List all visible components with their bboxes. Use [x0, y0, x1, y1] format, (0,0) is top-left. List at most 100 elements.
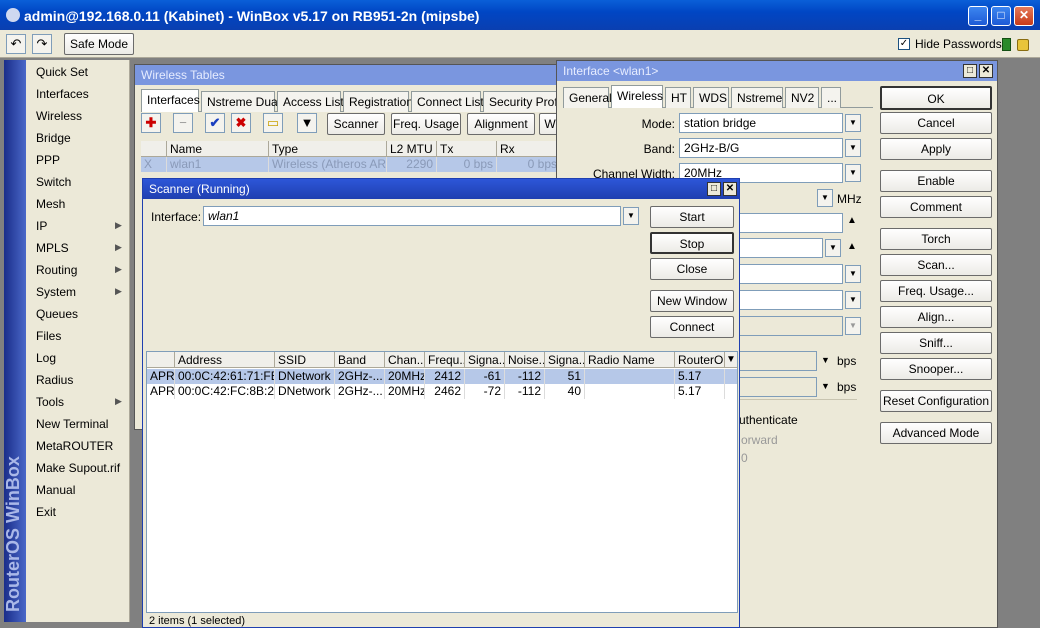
reset-configuration-button[interactable]: Reset Configuration — [880, 390, 992, 412]
menu-item-new-terminal[interactable]: New Terminal — [36, 417, 108, 431]
tab-nv2[interactable]: NV2 — [785, 87, 819, 108]
menu-item-wireless[interactable]: Wireless — [36, 109, 82, 123]
menu-item-queues[interactable]: Queues — [36, 307, 78, 321]
col-band[interactable]: Band — [335, 352, 385, 368]
scanner-interface-select[interactable]: wlan1 — [203, 206, 621, 226]
menu-item-quick-set[interactable]: Quick Set — [36, 65, 88, 79]
table-row[interactable]: X wlan1 Wireless (Atheros AR9... 2290 0 … — [141, 157, 561, 172]
comment-button[interactable]: Comment — [880, 196, 992, 218]
menu-item-bridge[interactable]: Bridge — [36, 131, 71, 145]
freq-usage-window-button[interactable]: Freq. Usage... — [880, 280, 992, 302]
table-row[interactable]: APR 00:0C:42:FC:8B:29 DNetwork 2GHz-... … — [147, 384, 737, 399]
band-dropdown-icon[interactable]: ▼ — [845, 139, 861, 157]
menu-item-metarouter[interactable]: MetaROUTER — [36, 439, 113, 453]
menu-item-make-supout-rif[interactable]: Make Supout.rif — [36, 461, 120, 475]
tab-interfaces[interactable]: Interfaces — [141, 89, 200, 112]
col-signal-noise[interactable]: Signa... — [545, 352, 585, 368]
new-window-button[interactable]: New Window — [650, 290, 734, 312]
channel-width-dropdown-icon[interactable]: ▼ — [845, 164, 861, 182]
add-icon[interactable]: ✚ — [141, 113, 161, 133]
scan-button[interactable]: Scan... — [880, 254, 992, 276]
enable-icon[interactable]: ✔ — [205, 113, 225, 133]
security-profile-dropdown-icon[interactable]: ▼ — [845, 291, 861, 309]
scanner-maximize-button[interactable]: □ — [707, 182, 721, 196]
sniff-button[interactable]: Sniff... — [880, 332, 992, 354]
menu-item-tools[interactable]: Tools — [36, 395, 64, 409]
col-noise[interactable]: Noise... — [505, 352, 545, 368]
maximize-button[interactable]: □ — [991, 6, 1011, 26]
col-name[interactable]: Name — [167, 141, 269, 157]
ssid-field[interactable] — [737, 213, 843, 233]
connect-button[interactable]: Connect — [650, 316, 734, 338]
interface-maximize-button[interactable]: □ — [963, 64, 977, 78]
stop-button[interactable]: Stop — [650, 232, 734, 254]
tab-wds[interactable]: WDS — [693, 87, 729, 108]
tab-registration[interactable]: Registration — [343, 91, 413, 112]
filter-icon[interactable]: ▼ — [297, 113, 317, 133]
cancel-button[interactable]: Cancel — [880, 112, 992, 134]
alignment-button[interactable]: Alignment — [467, 113, 535, 135]
torch-button[interactable]: Torch — [880, 228, 992, 250]
default-ap-tx-limit-field[interactable] — [737, 351, 817, 371]
default-authenticate-label[interactable]: uthenticate — [739, 413, 798, 427]
menu-item-interfaces[interactable]: Interfaces — [36, 87, 89, 101]
col-ssid[interactable]: SSID — [275, 352, 335, 368]
scanner-interface-dropdown-icon[interactable]: ▼ — [623, 207, 639, 225]
wireless-protocol-dropdown-icon[interactable]: ▼ — [845, 265, 861, 283]
scan-list-field[interactable] — [737, 238, 823, 258]
tab-wireless[interactable]: Wireless — [611, 85, 663, 108]
col-channel[interactable]: Chan... — [385, 352, 425, 368]
snooper-button[interactable]: Snooper... — [880, 358, 992, 380]
ok-button[interactable]: OK — [880, 86, 992, 110]
close-scanner-button[interactable]: Close — [650, 258, 734, 280]
interface-close-button[interactable]: ✕ — [979, 64, 993, 78]
col-frequency[interactable]: Frequ... — [425, 352, 465, 368]
mode-select[interactable]: station bridge — [679, 113, 843, 133]
tab-more[interactable]: ... — [821, 87, 841, 108]
col-signal[interactable]: Signa... — [465, 352, 505, 368]
menu-item-system[interactable]: System — [36, 285, 76, 299]
tab-security-profile[interactable]: Security Profile — [483, 91, 570, 112]
ap-tx-dropdown-icon[interactable]: ▼ — [821, 355, 830, 365]
default-client-tx-limit-field[interactable] — [737, 377, 817, 397]
col-radio-name[interactable]: Radio Name — [585, 352, 675, 368]
band-select[interactable]: 2GHz-B/G — [679, 138, 843, 158]
col-l2mtu[interactable]: L2 MTU — [387, 141, 437, 157]
ssid-collapse-icon[interactable]: ▲ — [847, 215, 857, 226]
enable-button[interactable]: Enable — [880, 170, 992, 192]
comment-icon[interactable]: ▭ — [263, 113, 283, 133]
col-routeros[interactable]: RouterO... — [675, 352, 725, 368]
col-type[interactable]: Type — [269, 141, 387, 157]
scan-list-dropdown-icon[interactable]: ▼ — [825, 239, 841, 257]
tab-connect-list[interactable]: Connect List — [411, 91, 484, 112]
tab-ht[interactable]: HT — [665, 87, 691, 108]
tab-general[interactable]: General — [563, 87, 612, 108]
hide-passwords-checkbox[interactable]: ✓ — [898, 38, 910, 50]
start-button[interactable]: Start — [650, 206, 734, 228]
menu-item-manual[interactable]: Manual — [36, 483, 75, 497]
mode-dropdown-icon[interactable]: ▼ — [845, 114, 861, 132]
scanner-close-button[interactable]: ✕ — [723, 182, 737, 196]
safe-mode-button[interactable]: Safe Mode — [64, 33, 134, 55]
column-dropdown-icon[interactable]: ▼ — [726, 354, 736, 365]
undo-icon[interactable]: ↶ — [6, 34, 26, 54]
menu-item-ppp[interactable]: PPP — [36, 153, 60, 167]
menu-item-log[interactable]: Log — [36, 351, 56, 365]
col-tx[interactable]: Tx — [437, 141, 497, 157]
align-button[interactable]: Align... — [880, 306, 992, 328]
menu-item-mpls[interactable]: MPLS — [36, 241, 69, 255]
client-tx-dropdown-icon[interactable]: ▼ — [821, 381, 830, 391]
redo-icon[interactable]: ↷ — [32, 34, 52, 54]
close-button[interactable]: ✕ — [1014, 6, 1034, 26]
col-flags[interactable] — [147, 352, 175, 368]
hide-ssid-label[interactable]: 0 — [741, 451, 748, 465]
tab-access-list[interactable]: Access List — [277, 91, 344, 112]
freq-usage-button[interactable]: Freq. Usage — [391, 113, 461, 135]
minimize-button[interactable]: _ — [968, 6, 988, 26]
advanced-mode-button[interactable]: Advanced Mode — [880, 422, 992, 444]
wireless-protocol-field[interactable] — [737, 264, 843, 284]
security-profile-field[interactable] — [737, 290, 843, 310]
menu-item-files[interactable]: Files — [36, 329, 61, 343]
menu-item-mesh[interactable]: Mesh — [36, 197, 65, 211]
menu-item-switch[interactable]: Switch — [36, 175, 71, 189]
